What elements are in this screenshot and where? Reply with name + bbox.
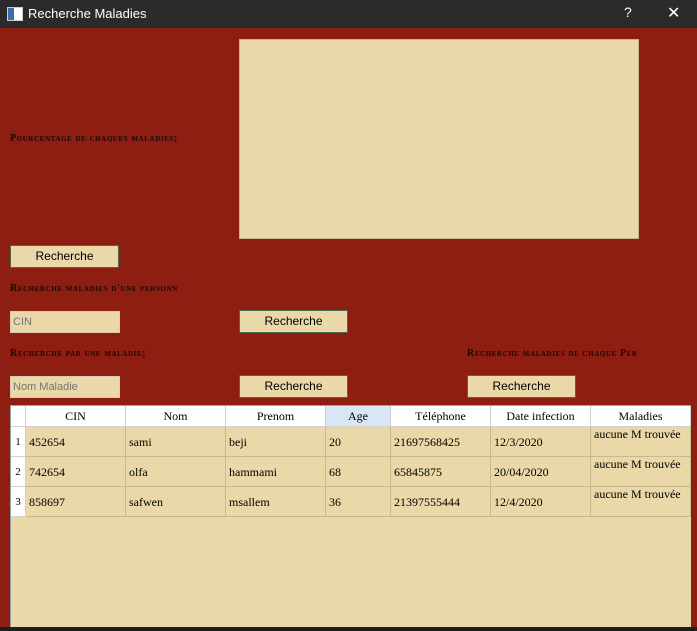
column-header-cin[interactable]: CIN — [26, 406, 126, 427]
table-cell-prenom[interactable]: beji — [226, 427, 326, 457]
table-cell-maladies[interactable]: aucune M trouvée — [591, 487, 691, 517]
table-cell-cin[interactable]: 858697 — [26, 487, 126, 517]
column-header-date-infection[interactable]: Date infection — [491, 406, 591, 427]
table-cell-nom[interactable]: safwen — [126, 487, 226, 517]
recherche-personne-label: Recherche maladies d'une personn — [10, 283, 178, 294]
recherche-personne-button[interactable]: Recherche — [239, 310, 348, 333]
table-cell-age[interactable]: 36 — [326, 487, 391, 517]
table-cell-cin[interactable]: 452654 — [26, 427, 126, 457]
pourcentage-label: Pourcentage de chaques maladies; — [10, 133, 178, 144]
table-cell-telephone[interactable]: 21397555444 — [391, 487, 491, 517]
pourcentage-text-area[interactable] — [239, 39, 639, 239]
column-header-nom[interactable]: Nom — [126, 406, 226, 427]
row-header[interactable]: 1 — [11, 427, 26, 457]
cin-input[interactable] — [10, 311, 120, 333]
row-header[interactable]: 3 — [11, 487, 26, 517]
column-header-prenom[interactable]: Prenom — [226, 406, 326, 427]
table-corner[interactable] — [11, 406, 26, 427]
table-cell-nom[interactable]: olfa — [126, 457, 226, 487]
title-bar: Recherche Maladies ? ✕ — [0, 0, 697, 28]
recherche-chaque-button[interactable]: Recherche — [467, 375, 576, 398]
results-table[interactable]: CIN Nom Prenom Age Téléphone Date infect… — [10, 405, 691, 627]
recherche-pourcentage-button[interactable]: Recherche — [10, 245, 119, 268]
column-header-telephone[interactable]: Téléphone — [391, 406, 491, 427]
table-cell-date-infection[interactable]: 12/4/2020 — [491, 487, 591, 517]
recherche-chaque-label: Recherche maladies de chaque Per — [467, 348, 638, 359]
table-cell-date-infection[interactable]: 20/04/2020 — [491, 457, 591, 487]
help-button[interactable]: ? — [624, 4, 632, 20]
table-cell-age[interactable]: 68 — [326, 457, 391, 487]
table-cell-prenom[interactable]: hammami — [226, 457, 326, 487]
table-cell-telephone[interactable]: 21697568425 — [391, 427, 491, 457]
table-cell-nom[interactable]: sami — [126, 427, 226, 457]
column-header-age[interactable]: Age — [326, 406, 391, 427]
row-header[interactable]: 2 — [11, 457, 26, 487]
window-title: Recherche Maladies — [28, 6, 147, 21]
table-cell-prenom[interactable]: msallem — [226, 487, 326, 517]
app-icon — [7, 7, 23, 21]
table-cell-maladies[interactable]: aucune M trouvée — [591, 457, 691, 487]
table-cell-telephone[interactable]: 65845875 — [391, 457, 491, 487]
window-bottom-edge — [0, 627, 697, 631]
table-cell-maladies[interactable]: aucune M trouvée — [591, 427, 691, 457]
recherche-maladie-button[interactable]: Recherche — [239, 375, 348, 398]
recherche-maladie-label: Recherche par une maladie; — [10, 348, 147, 359]
close-button[interactable]: ✕ — [667, 3, 680, 23]
table-cell-cin[interactable]: 742654 — [26, 457, 126, 487]
table-cell-date-infection[interactable]: 12/3/2020 — [491, 427, 591, 457]
nom-maladie-input[interactable] — [10, 376, 120, 398]
column-header-maladies[interactable]: Maladies — [591, 406, 691, 427]
table-cell-age[interactable]: 20 — [326, 427, 391, 457]
